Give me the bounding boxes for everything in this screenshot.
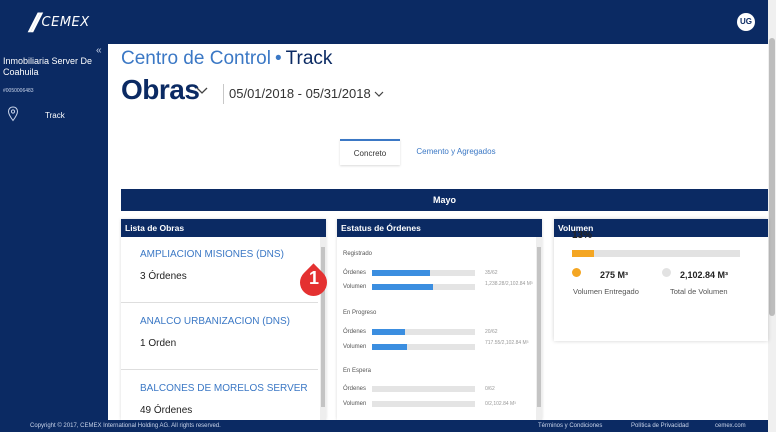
status-row-value: 0/62 [485, 386, 495, 392]
volume-progress-fill [572, 250, 594, 257]
month-banner: Mayo [121, 189, 768, 211]
status-row-value: 0/2,102.84 M³ [485, 401, 516, 407]
page-title[interactable]: Obras [121, 74, 200, 106]
date-range-selector[interactable]: 05/01/2018 - 05/31/2018 [229, 86, 384, 101]
list-scrollbar[interactable] [320, 237, 326, 420]
date-range-value: 05/01/2018 - 05/31/2018 [229, 86, 371, 101]
status-row-label: Volumen [343, 401, 367, 407]
title-divider [223, 84, 224, 104]
status-group-title: En Espera [343, 368, 372, 374]
logo-text: CEMEX [41, 14, 90, 30]
obra-order-count: 49 Órdenes [140, 405, 193, 416]
volume-panel: Volumen 13% 275 M³ 2,102.84 M³ Volumen E… [554, 219, 768, 341]
breadcrumb-root[interactable]: Centro de Control [121, 48, 271, 69]
status-row-label: Órdenes [343, 386, 367, 392]
status-progress-bar [372, 344, 475, 350]
volume-percent: 13% [572, 230, 593, 241]
obras-list-panel: Lista de Obras AMPLIACION MISIONES (DNS)… [121, 219, 326, 420]
page-scrollbar[interactable] [768, 0, 776, 432]
status-progress-fill [372, 284, 433, 290]
cemex-logo[interactable]: // CEMEX [30, 8, 90, 36]
list-item[interactable]: AMPLIACION MISIONES (DNS) 3 Órdenes [121, 237, 318, 303]
page-scrollbar-thumb[interactable] [769, 38, 775, 316]
tab-cemento-agregados[interactable]: Cemento y Agregados [406, 139, 506, 165]
company-name: Inmobiliaria Server De Coahuila [3, 56, 93, 77]
volume-progress-bar [572, 250, 740, 257]
delivered-volume-label: Volumen Entregado [573, 287, 639, 296]
delivered-legend-dot [572, 268, 581, 277]
status-row-label: Órdenes [343, 270, 367, 276]
status-progress-fill [372, 344, 408, 350]
obra-name[interactable]: ANALCO URBANIZACION (DNS) [140, 316, 290, 327]
status-scrollbar[interactable] [536, 237, 542, 420]
status-row-value: 717.55/2,102.84 M³ [485, 340, 529, 346]
status-progress-bar [372, 386, 475, 392]
chevron-down-icon [374, 91, 384, 97]
status-row-value: 35/62 [485, 270, 498, 276]
status-progress-fill [372, 329, 405, 335]
list-item[interactable]: ANALCO URBANIZACION (DNS) 1 Orden [121, 304, 318, 370]
breadcrumb-separator: • [274, 48, 282, 69]
obra-order-count: 3 Órdenes [140, 271, 187, 282]
logo-mark-icon: // [30, 8, 41, 36]
status-group-title: En Progreso [343, 310, 377, 316]
status-row-value: 1,238.28/2,102.84 M³ [485, 281, 533, 287]
status-progress-bar [372, 284, 475, 290]
sidebar-item-label: Track [45, 111, 65, 120]
delivered-volume-value: 275 M³ [600, 270, 629, 280]
breadcrumb: Centro de Control • Track [121, 48, 332, 70]
panel-title: Lista de Obras [121, 219, 326, 237]
obra-order-count: 1 Orden [140, 338, 177, 349]
status-row-label: Órdenes [343, 329, 367, 335]
list-item[interactable]: BALCONES DE MORELOS SERVER 49 Órdenes [121, 371, 318, 420]
annotation-number: 1 [308, 268, 319, 288]
privacy-link[interactable]: Política de Privacidad [631, 420, 689, 432]
status-progress-bar [372, 329, 475, 335]
map-pin-icon [7, 106, 19, 122]
chevron-down-icon[interactable] [196, 82, 208, 98]
panel-title: Estatus de Órdenes [337, 219, 542, 237]
status-scrollbar-thumb[interactable] [537, 247, 541, 407]
total-volume-value: 2,102.84 M³ [680, 270, 729, 280]
status-row-label: Volumen [343, 284, 367, 290]
status-progress-bar [372, 401, 475, 407]
breadcrumb-current: Track [285, 48, 333, 69]
sidebar: « Inmobiliaria Server De Coahuila #00500… [0, 44, 108, 420]
collapse-sidebar-icon[interactable]: « [96, 45, 102, 56]
status-progress-bar [372, 270, 475, 276]
status-progress-fill [372, 270, 430, 276]
obra-name[interactable]: BALCONES DE MORELOS SERVER [140, 383, 308, 394]
total-legend-dot [662, 268, 671, 277]
status-row-label: Volumen [343, 344, 367, 350]
site-link[interactable]: cemex.com [715, 420, 746, 432]
user-avatar[interactable]: UG [737, 13, 755, 31]
status-row-value: 20/62 [485, 329, 498, 335]
status-group-title: Registrado [343, 251, 373, 257]
order-status-panel: Estatus de Órdenes Registrado Órdenes 35… [337, 219, 542, 420]
account-number: #0050006483 [3, 88, 34, 94]
sidebar-item-track[interactable]: Track [0, 106, 108, 126]
main-content: Centro de Control • Track Obras 05/01/2018… [108, 44, 768, 420]
total-volume-label: Total de Volumen [670, 287, 728, 296]
obra-name[interactable]: AMPLIACION MISIONES (DNS) [140, 249, 284, 260]
tab-concreto[interactable]: Concreto [340, 139, 400, 165]
top-bar: // CEMEX UG [0, 0, 768, 44]
terms-link[interactable]: Términos y Condiciones [538, 420, 602, 432]
footer: Copyright © 2017, CEMEX International Ho… [0, 420, 768, 432]
copyright-text: Copyright © 2017, CEMEX International Ho… [30, 423, 221, 429]
